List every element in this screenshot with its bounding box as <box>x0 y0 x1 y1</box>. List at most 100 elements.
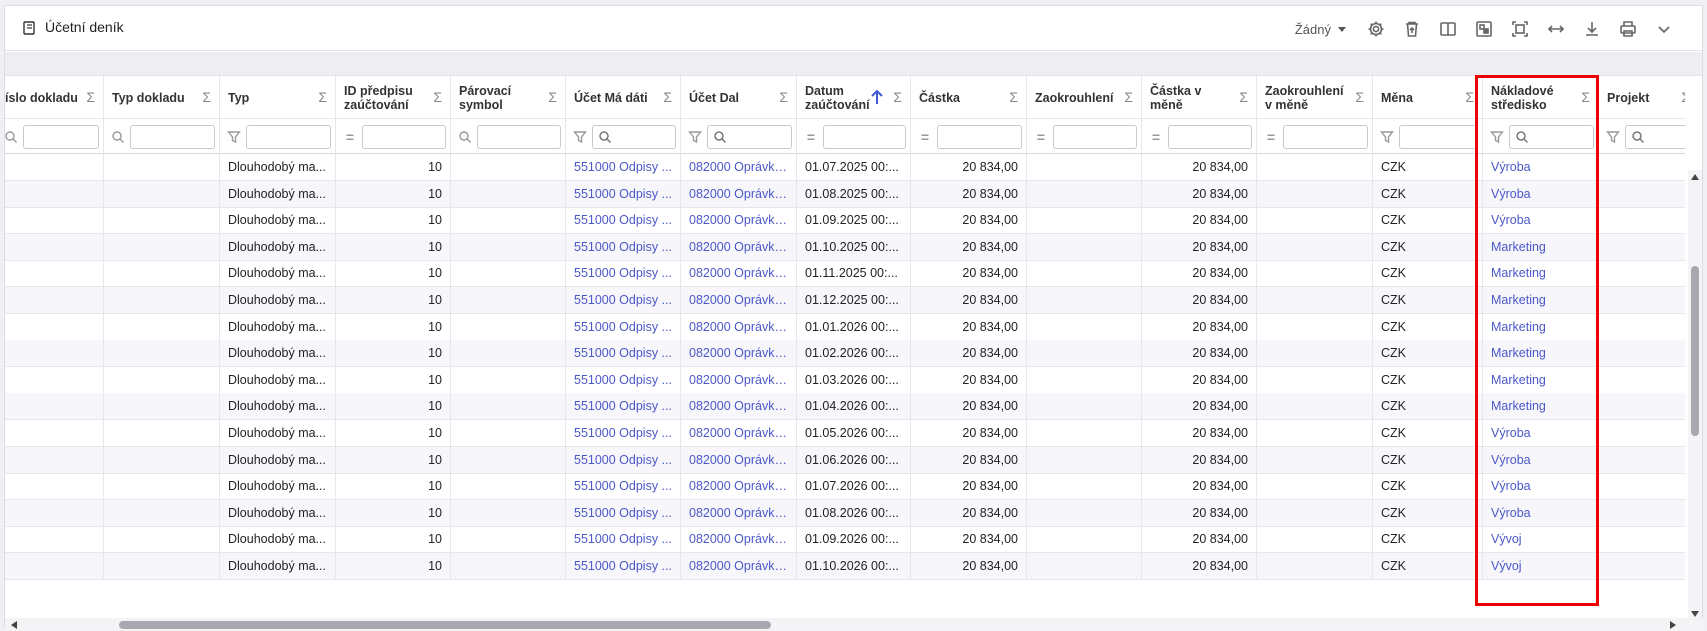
filter-search-input[interactable] <box>707 124 792 149</box>
table-row[interactable]: Dlouhodobý ma... 10 551000 Odpisy ... 08200… <box>5 446 1685 474</box>
equals-filter-icon[interactable]: = <box>1148 129 1164 145</box>
sum-icon[interactable]: Σ <box>1681 90 1685 104</box>
cell-madati[interactable]: 551000 Odpisy ... <box>566 446 681 473</box>
cell-madati[interactable]: 551000 Odpisy ... <box>566 180 681 207</box>
sum-icon[interactable]: Σ <box>548 90 557 104</box>
cell-madati[interactable]: 551000 Odpisy ... <box>566 526 681 553</box>
cell-stredisko[interactable]: Vývoj <box>1483 553 1599 579</box>
sum-icon[interactable]: Σ <box>1581 90 1590 104</box>
table-row[interactable]: Dlouhodobý ma... 10 551000 Odpisy ... 08200… <box>5 420 1685 447</box>
cell-dal[interactable]: 082000 Oprávky... <box>681 366 797 393</box>
sum-icon[interactable]: Σ <box>202 90 211 104</box>
cell-madati[interactable]: 551000 Odpisy ... <box>566 366 681 393</box>
image-button[interactable] <box>1466 14 1502 44</box>
expand-width-button[interactable] <box>1538 14 1574 44</box>
vertical-scroll-thumb[interactable] <box>1691 266 1699 436</box>
cell-dal[interactable]: 082000 Oprávky... <box>681 446 797 473</box>
column-header-typdok[interactable]: Typ dokladu Σ <box>104 76 220 119</box>
cell-dal[interactable]: 082000 Oprávky... <box>681 526 797 553</box>
sum-icon[interactable]: Σ <box>893 90 902 104</box>
scroll-up-icon[interactable] <box>1691 174 1699 180</box>
horizontal-scroll-thumb[interactable] <box>119 621 771 629</box>
cell-madati[interactable]: 551000 Odpisy ... <box>566 393 681 420</box>
table-row[interactable]: Dlouhodobý ma... 10 551000 Odpisy ... 08200… <box>5 340 1685 368</box>
sum-icon[interactable]: Σ <box>1355 90 1364 104</box>
table-row[interactable]: Dlouhodobý ma... 10 551000 Odpisy ... 08200… <box>5 313 1685 341</box>
table-row[interactable]: Dlouhodobý ma... 10 551000 Odpisy ... 08200… <box>5 526 1685 554</box>
column-header-stredisko[interactable]: Nákladové středisko Σ <box>1483 76 1599 119</box>
cell-dal[interactable]: 082000 Oprávky... <box>681 420 797 446</box>
table-row[interactable]: Dlouhodobý ma... 10 551000 Odpisy ... 08200… <box>5 154 1685 181</box>
column-header-typ[interactable]: Typ Σ <box>220 76 336 119</box>
column-header-datum[interactable]: Datum zaúčtování Σ <box>797 76 911 119</box>
cell-dal[interactable]: 082000 Oprávky... <box>681 340 797 367</box>
column-header-mena[interactable]: Měna Σ <box>1373 76 1483 119</box>
cell-dal[interactable]: 082000 Oprávky... <box>681 473 797 500</box>
print-button[interactable] <box>1610 14 1646 44</box>
cell-madati[interactable]: 551000 Odpisy ... <box>566 287 681 313</box>
sum-icon[interactable]: Σ <box>86 90 95 104</box>
scroll-left-icon[interactable] <box>11 621 17 629</box>
sum-icon[interactable]: Σ <box>318 90 327 104</box>
cell-madati[interactable]: 551000 Odpisy ... <box>566 340 681 367</box>
table-row[interactable]: Dlouhodobý ma... 10 551000 Odpisy ... 08200… <box>5 207 1685 235</box>
horizontal-scrollbar[interactable] <box>5 618 1704 631</box>
cell-stredisko[interactable]: Marketing <box>1483 393 1599 420</box>
scroll-right-icon[interactable] <box>1670 621 1676 629</box>
funnel-filter-icon[interactable] <box>1605 129 1621 145</box>
cell-stredisko[interactable]: Výroba <box>1483 207 1599 234</box>
funnel-filter-icon[interactable] <box>572 129 588 145</box>
delete-button[interactable] <box>1394 14 1430 44</box>
filter-input[interactable] <box>1053 124 1137 149</box>
cell-stredisko[interactable]: Výroba <box>1483 180 1599 207</box>
funnel-filter-icon[interactable] <box>1379 129 1395 145</box>
cell-dal[interactable]: 082000 Oprávky... <box>681 180 797 207</box>
layout-select[interactable]: Žádný <box>1295 22 1346 37</box>
filter-input[interactable] <box>1168 124 1252 149</box>
filter-input[interactable] <box>130 124 215 149</box>
column-header-madati[interactable]: Účet Má dáti Σ <box>566 76 681 119</box>
column-header-castka[interactable]: Částka Σ <box>911 76 1027 119</box>
column-header-projekt[interactable]: Projekt Σ <box>1599 76 1685 119</box>
column-header-dal[interactable]: Účet Dal Σ <box>681 76 797 119</box>
cell-madati[interactable]: 551000 Odpisy ... <box>566 233 681 260</box>
cell-dal[interactable]: 082000 Oprávky... <box>681 499 797 526</box>
equals-filter-icon[interactable]: = <box>1263 129 1279 145</box>
sum-icon[interactable]: Σ <box>433 90 442 104</box>
table-row[interactable]: Dlouhodobý ma... 10 551000 Odpisy ... 08200… <box>5 180 1685 208</box>
cell-stredisko[interactable]: Výroba <box>1483 473 1599 500</box>
table-row[interactable]: Dlouhodobý ma... 10 551000 Odpisy ... 08200… <box>5 366 1685 394</box>
fit-screen-button[interactable] <box>1502 14 1538 44</box>
table-row[interactable]: Dlouhodobý ma... 10 551000 Odpisy ... 08200… <box>5 260 1685 288</box>
cell-madati[interactable]: 551000 Odpisy ... <box>566 420 681 446</box>
column-header-zaokr[interactable]: Zaokrouhlení Σ <box>1027 76 1142 119</box>
equals-filter-icon[interactable]: = <box>342 129 358 145</box>
cell-madati[interactable]: 551000 Odpisy ... <box>566 553 681 579</box>
filter-search-input[interactable] <box>1625 124 1685 149</box>
cell-madati[interactable]: 551000 Odpisy ... <box>566 154 681 180</box>
filter-input[interactable] <box>477 124 561 149</box>
columns-button[interactable] <box>1430 14 1466 44</box>
scroll-down-icon[interactable] <box>1691 611 1699 617</box>
column-header-cislo[interactable]: íslo dokladu Σ <box>5 76 104 119</box>
cell-dal[interactable]: 082000 Oprávky... <box>681 313 797 340</box>
equals-filter-icon[interactable]: = <box>917 129 933 145</box>
cell-madati[interactable]: 551000 Odpisy ... <box>566 260 681 287</box>
filter-search-input[interactable] <box>592 124 676 149</box>
column-header-idpred[interactable]: ID předpisu zaúčtování Σ <box>336 76 451 119</box>
cell-stredisko[interactable]: Marketing <box>1483 287 1599 313</box>
sum-icon[interactable]: Σ <box>663 90 672 104</box>
sum-icon[interactable]: Σ <box>1009 90 1018 104</box>
table-row[interactable]: Dlouhodobý ma... 10 551000 Odpisy ... 08200… <box>5 473 1685 501</box>
search-icon[interactable] <box>110 129 126 145</box>
cell-madati[interactable]: 551000 Odpisy ... <box>566 499 681 526</box>
filter-input[interactable] <box>937 124 1022 149</box>
sum-icon[interactable]: Σ <box>1124 90 1133 104</box>
cell-stredisko[interactable]: Marketing <box>1483 233 1599 260</box>
filter-input[interactable] <box>246 124 331 149</box>
funnel-filter-icon[interactable] <box>687 129 703 145</box>
cell-stredisko[interactable]: Výroba <box>1483 420 1599 446</box>
cell-dal[interactable]: 082000 Oprávky... <box>681 553 797 579</box>
cell-stredisko[interactable]: Marketing <box>1483 260 1599 287</box>
search-icon[interactable] <box>457 129 473 145</box>
